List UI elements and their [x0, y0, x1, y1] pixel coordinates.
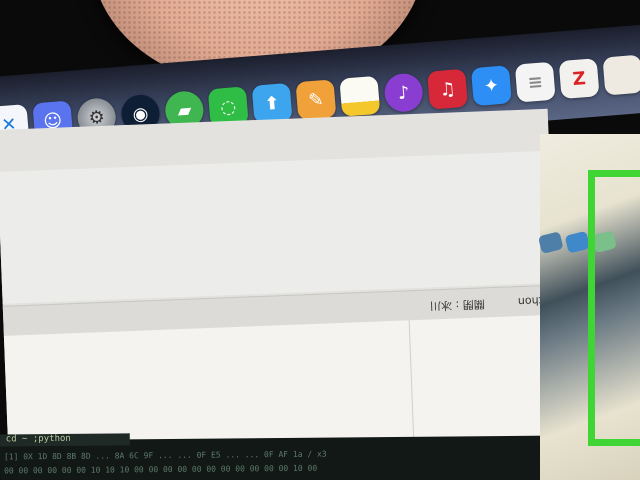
reminders-icon[interactable]: ≡	[514, 61, 556, 103]
white-app-icon[interactable]	[602, 54, 640, 96]
music-glyph: ♫	[438, 78, 457, 101]
app-window: 關閉 : 冰川 ython	[0, 108, 561, 460]
steam-glyph: ◉	[131, 102, 150, 125]
photo-scene: ✕ ☺ ⚙ ◉ ▰ ◌ ⬆ ✎ ♪ ♫ ✦ ≡ Z 關閉 : 冰川 ython …	[0, 0, 640, 480]
red-music-icon[interactable]: ♫	[427, 68, 468, 110]
list-glyph: ≡	[526, 71, 544, 94]
key-shape	[564, 230, 591, 254]
pencil-glyph: ✎	[307, 88, 325, 111]
green-glyph: ▰	[176, 99, 193, 122]
notes-icon[interactable]	[339, 75, 381, 117]
terminal-line: 00 00 00 00 00 00 10 10 10 00 00 00 00 0…	[4, 463, 318, 476]
purple-glyph: ♪	[397, 81, 411, 104]
blue-app-icon[interactable]: ⬆	[251, 82, 293, 124]
sketch-app-icon[interactable]: Z	[558, 58, 600, 100]
window-content-area	[0, 150, 555, 304]
toolbar-label: 關閉 : 冰川	[430, 297, 486, 313]
blue-glyph: ⬆	[263, 92, 281, 115]
bird-glyph: ✦	[483, 74, 500, 97]
purple-app-icon[interactable]: ♪	[383, 72, 425, 114]
wechat-glyph: ◌	[219, 95, 237, 118]
green-highlight-box	[588, 170, 640, 446]
key-shape	[537, 231, 564, 255]
terminal-header: cd ~ ;python	[0, 433, 130, 447]
pencil-app-icon[interactable]: ✎	[295, 79, 337, 121]
bird-app-icon[interactable]: ✦	[470, 65, 512, 107]
terminal-line: [1] 0X 1D 8D 8B 8D ... 8A 6C 9F ... ... …	[3, 449, 327, 462]
terminal-panel: cd ~ ;python [1] 0X 1D 8D 8B 8D ... 8A 6…	[0, 433, 561, 480]
sketch-glyph: Z	[571, 67, 587, 90]
